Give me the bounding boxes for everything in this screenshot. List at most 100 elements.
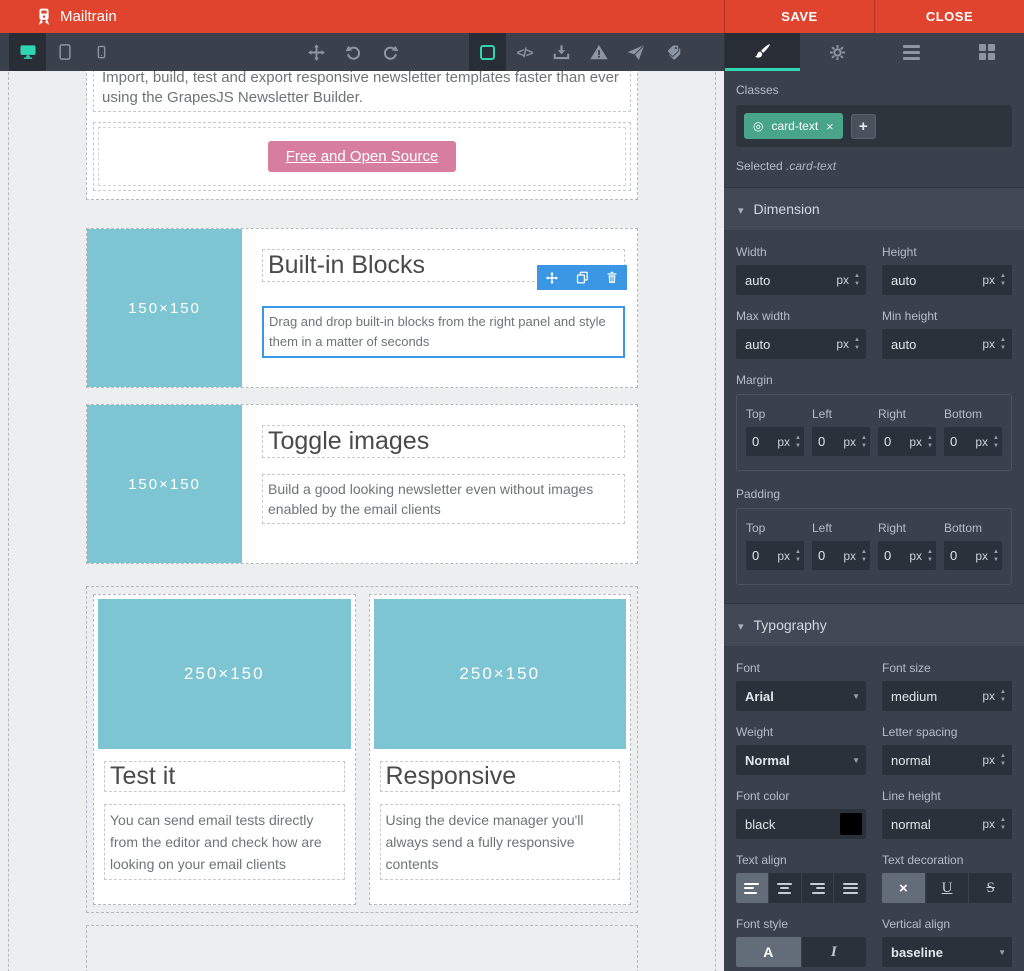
line-height-input[interactable]: normalpx	[882, 809, 1012, 839]
font-select[interactable]: Arial	[736, 681, 866, 711]
component-delete-button[interactable]	[597, 265, 627, 290]
intro-section[interactable]: Import, build, test and export responsiv…	[86, 71, 638, 200]
open-code-button[interactable]: </>	[506, 33, 543, 71]
selected-card-text[interactable]: Drag and drop built-in blocks from the r…	[262, 306, 625, 358]
card-image-placeholder[interactable]: 150×150	[87, 229, 242, 387]
send-test-button[interactable]	[617, 33, 654, 71]
column-title[interactable]: Responsive	[380, 761, 621, 792]
padding-right-input[interactable]: 0px	[878, 541, 936, 570]
sector-typography[interactable]: Typography	[724, 603, 1024, 647]
margin-right-input[interactable]: 0px	[878, 427, 936, 456]
column-image-placeholder[interactable]: 250×150	[98, 599, 351, 749]
close-button[interactable]: CLOSE	[874, 0, 1024, 33]
templates-button[interactable]	[654, 33, 691, 71]
stepper-icon[interactable]	[854, 273, 860, 287]
width-input[interactable]: autopx	[736, 265, 866, 295]
column-body[interactable]: Test it You can send email tests directl…	[98, 749, 351, 900]
card-body[interactable]: Toggle images Build a good looking newsl…	[242, 405, 637, 563]
fullscreen-move-button[interactable]	[298, 33, 335, 71]
column-responsive[interactable]: 250×150 Responsive Using the device mana…	[369, 594, 632, 905]
tab-layers[interactable]	[875, 33, 950, 71]
sector-dimension[interactable]: Dimension	[724, 187, 1024, 231]
padding-left-input[interactable]: 0px	[812, 541, 870, 570]
margin-top-input[interactable]: 0px	[746, 427, 804, 456]
stepper-icon[interactable]	[861, 435, 867, 449]
undo-button[interactable]	[335, 33, 372, 71]
save-button[interactable]: SAVE	[724, 0, 874, 33]
device-mobile-button[interactable]	[83, 33, 120, 71]
card-body[interactable]: Built-in Blocks Drag and drop built-in b…	[242, 229, 637, 387]
email-body-outline[interactable]: Import, build, test and export responsiv…	[8, 71, 716, 971]
cta-cell[interactable]: Free and Open Source	[98, 127, 626, 186]
stepper-icon[interactable]	[927, 549, 933, 563]
tab-style-manager[interactable]	[725, 33, 800, 71]
align-center-button[interactable]	[769, 873, 802, 903]
cta-button[interactable]: Free and Open Source	[268, 141, 457, 172]
device-tablet-button[interactable]	[46, 33, 83, 71]
column-title[interactable]: Test it	[104, 761, 345, 792]
classes-box[interactable]: card-text	[736, 105, 1012, 147]
class-tag[interactable]: card-text	[744, 113, 843, 139]
add-class-button[interactable]	[851, 114, 876, 139]
toggle-borders-button[interactable]	[469, 33, 506, 71]
empty-section[interactable]	[86, 925, 638, 971]
color-swatch[interactable]	[840, 813, 862, 835]
stepper-icon[interactable]	[795, 549, 801, 563]
column-text[interactable]: You can send email tests directly from t…	[104, 804, 345, 880]
margin-bottom-input[interactable]: 0px	[944, 427, 1002, 456]
stepper-icon[interactable]	[1000, 337, 1006, 351]
stepper-icon[interactable]	[854, 337, 860, 351]
height-input[interactable]: autopx	[882, 265, 1012, 295]
device-desktop-button[interactable]	[9, 33, 46, 71]
style-italic-button[interactable]	[802, 937, 867, 967]
decoration-underline-button[interactable]	[926, 873, 970, 903]
align-left-button[interactable]	[736, 873, 769, 903]
stepper-icon[interactable]	[795, 435, 801, 449]
redo-button[interactable]	[372, 33, 409, 71]
email-container[interactable]: Import, build, test and export responsiv…	[86, 71, 638, 971]
column-test-it[interactable]: 250×150 Test it You can send email tests…	[93, 594, 356, 905]
cta-section[interactable]: Free and Open Source	[93, 122, 631, 191]
style-normal-button[interactable]	[736, 937, 802, 967]
letter-spacing-input[interactable]: normalpx	[882, 745, 1012, 775]
warnings-button[interactable]	[580, 33, 617, 71]
min-height-input[interactable]: autopx	[882, 329, 1012, 359]
stepper-icon[interactable]	[861, 549, 867, 563]
max-width-input[interactable]: autopx	[736, 329, 866, 359]
stepper-icon[interactable]	[1000, 753, 1006, 767]
tab-settings[interactable]	[800, 33, 875, 71]
component-move-button[interactable]	[537, 265, 567, 290]
font-size-input[interactable]: mediumpx	[882, 681, 1012, 711]
stepper-icon[interactable]	[1000, 273, 1006, 287]
card-title[interactable]: Toggle images	[262, 425, 625, 458]
import-button[interactable]	[543, 33, 580, 71]
intro-text[interactable]: Import, build, test and export responsiv…	[93, 71, 631, 112]
align-right-button[interactable]	[802, 873, 835, 903]
two-column-section[interactable]: 250×150 Test it You can send email tests…	[86, 586, 638, 913]
padding-bottom-input[interactable]: 0px	[944, 541, 1002, 570]
column-text[interactable]: Using the device manager you'll always s…	[380, 804, 621, 880]
weight-select[interactable]: Normal	[736, 745, 866, 775]
card-toggle-images[interactable]: 150×150 Toggle images Build a good looki…	[86, 404, 638, 564]
component-copy-button[interactable]	[567, 265, 597, 290]
card-builtin-blocks[interactable]: 150×150 Built-in Blocks Drag and drop bu…	[86, 228, 638, 388]
stepper-icon[interactable]	[1000, 817, 1006, 831]
column-image-placeholder[interactable]: 250×150	[374, 599, 627, 749]
card-text[interactable]: Build a good looking newsletter even wit…	[262, 474, 625, 524]
stepper-icon[interactable]	[1000, 689, 1006, 703]
stepper-icon[interactable]	[927, 435, 933, 449]
font-color-input[interactable]: black	[736, 809, 866, 839]
class-remove-icon[interactable]	[826, 119, 834, 134]
editor-canvas[interactable]: Import, build, test and export responsiv…	[0, 71, 724, 971]
vertical-align-select[interactable]: baseline	[882, 937, 1012, 967]
decoration-none-button[interactable]	[882, 873, 926, 903]
class-visibility-icon[interactable]	[753, 119, 763, 133]
margin-left-input[interactable]: 0px	[812, 427, 870, 456]
stepper-icon[interactable]	[993, 435, 999, 449]
tab-blocks[interactable]	[949, 33, 1024, 71]
padding-top-input[interactable]: 0px	[746, 541, 804, 570]
stepper-icon[interactable]	[993, 549, 999, 563]
card-image-placeholder[interactable]: 150×150	[87, 405, 242, 563]
align-justify-button[interactable]	[834, 873, 866, 903]
decoration-strikethrough-button[interactable]	[969, 873, 1012, 903]
